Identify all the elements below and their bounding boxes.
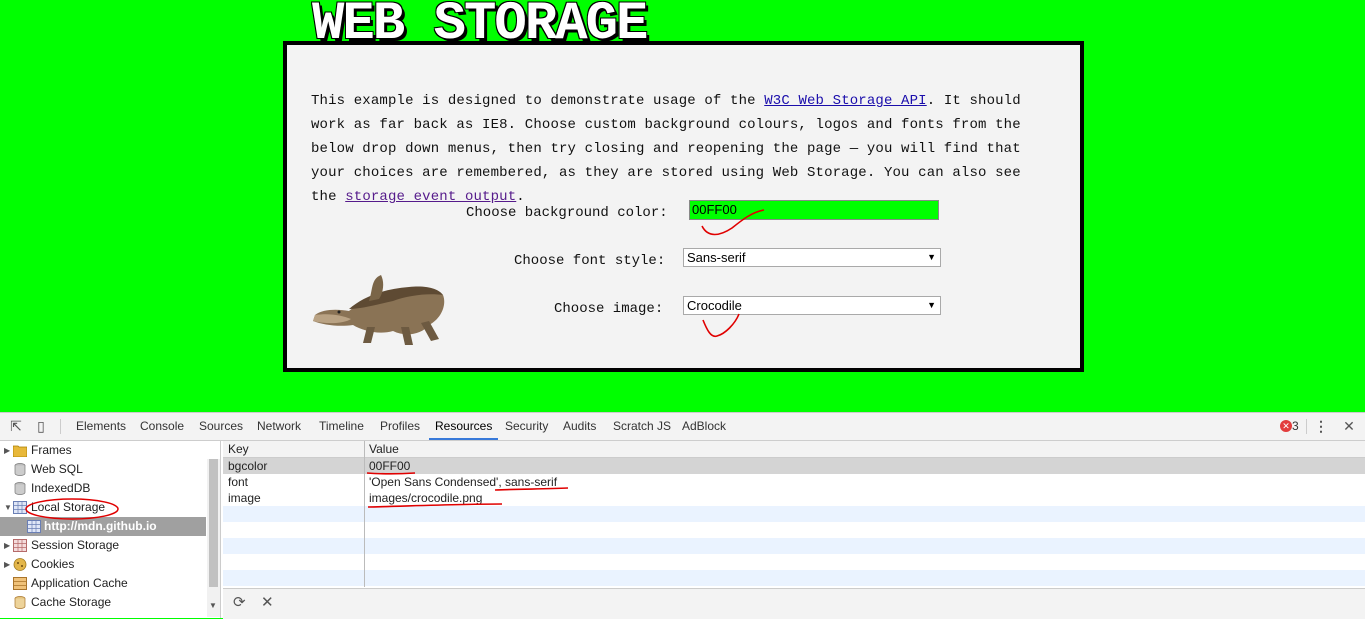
content-card: This example is designed to demonstrate …	[283, 41, 1084, 372]
image-label: Choose image:	[554, 301, 664, 317]
w3c-web-storage-link[interactable]: W3C Web Storage API	[764, 93, 926, 109]
table-row[interactable]: image images/crocodile.png	[223, 490, 1365, 506]
column-header-key[interactable]: Key	[228, 441, 249, 457]
font-style-select[interactable]: Sans-serif ▼	[683, 248, 941, 267]
font-style-label: Choose font style:	[514, 253, 666, 269]
sidebar-item-label: Frames	[31, 443, 72, 457]
image-select[interactable]: Crocodile ▼	[683, 296, 941, 315]
expand-arrow-icon[interactable]: ▶	[4, 441, 10, 460]
tab-network[interactable]: Network	[257, 413, 301, 440]
intro-paragraph: This example is designed to demonstrate …	[311, 89, 1047, 209]
tab-elements[interactable]: Elements	[76, 413, 126, 440]
expand-arrow-icon[interactable]: ▶	[4, 555, 10, 574]
tab-profiles[interactable]: Profiles	[380, 413, 420, 440]
table-row[interactable]: bgcolor 00FF00	[223, 458, 1365, 474]
database-icon	[14, 482, 26, 495]
sidebar-item-mdn-origin[interactable]: http://mdn.github.io	[0, 517, 206, 536]
device-mode-icon[interactable]: ▯	[33, 418, 49, 434]
folder-icon	[13, 445, 27, 457]
image-select-value: Crocodile	[687, 298, 742, 313]
dropdown-arrow-icon: ▼	[927, 252, 936, 262]
sidebar-scrollbar[interactable]	[207, 459, 220, 617]
sidebar-item-label: Cookies	[31, 557, 75, 571]
resources-sidebar: ▶ Frames Web SQL IndexedDB ▼ Local Stora…	[0, 441, 221, 618]
tab-scratch-js[interactable]: Scratch JS	[613, 413, 671, 440]
grid-footer: ⟳ ✕	[223, 588, 1365, 619]
tab-console[interactable]: Console	[140, 413, 184, 440]
tab-security[interactable]: Security	[505, 413, 548, 440]
sidebar-item-label: http://mdn.github.io	[44, 519, 157, 533]
row-key: bgcolor	[228, 459, 268, 473]
row-key: image	[228, 491, 261, 505]
dropdown-arrow-icon: ▼	[927, 300, 936, 310]
table-icon	[13, 501, 27, 514]
sidebar-item-label: Local Storage	[31, 500, 106, 514]
column-divider[interactable]	[364, 441, 365, 587]
grid-header: Key Value	[223, 441, 1365, 458]
collapse-arrow-icon[interactable]: ▼	[4, 498, 12, 517]
more-options-icon[interactable]: ⋮	[1313, 418, 1329, 434]
empty-row	[223, 506, 1365, 522]
grid-icon	[13, 577, 27, 590]
error-count[interactable]: 3	[1292, 413, 1299, 440]
row-value: images/crocodile.png	[369, 491, 483, 505]
empty-row	[223, 538, 1365, 554]
crocodile-image	[313, 275, 445, 345]
refresh-icon[interactable]: ⟳	[233, 595, 246, 611]
scrollbar-thumb[interactable]	[209, 459, 218, 587]
tab-adblock[interactable]: AdBlock	[682, 413, 726, 440]
tab-timeline[interactable]: Timeline	[319, 413, 364, 440]
table-row[interactable]: font 'Open Sans Condensed', sans-serif	[223, 474, 1365, 490]
sidebar-item-label: Application Cache	[31, 576, 128, 590]
font-style-value: Sans-serif	[687, 250, 746, 265]
scroll-down-icon[interactable]: ▼	[209, 601, 217, 610]
tab-sources[interactable]: Sources	[199, 413, 243, 440]
cookie-icon	[13, 558, 27, 571]
sidebar-item-label: IndexedDB	[31, 481, 91, 495]
database-icon	[14, 596, 26, 609]
sidebar-item-label: Cache Storage	[31, 595, 112, 609]
intro-text-start: This example is designed to demonstrate …	[311, 93, 765, 109]
empty-row	[223, 570, 1365, 586]
tab-resources[interactable]: Resources	[429, 413, 499, 440]
devtools-panel: ⇱ ▯ Elements Console Sources Network Tim…	[0, 412, 1365, 619]
column-header-value[interactable]: Value	[369, 441, 399, 457]
storage-data-grid: Key Value bgcolor 00FF00 font 'Open Sans…	[223, 441, 1365, 587]
table-icon	[13, 539, 27, 552]
inspect-element-icon[interactable]: ⇱	[8, 418, 24, 434]
empty-row	[223, 522, 1365, 538]
intro-text-end: .	[516, 189, 525, 205]
toolbar-divider	[60, 419, 61, 434]
toolbar-divider	[1306, 419, 1307, 434]
sidebar-item-label: Web SQL	[31, 462, 83, 476]
storage-event-output-link[interactable]: storage event output	[345, 189, 516, 205]
table-icon	[27, 520, 41, 533]
delete-icon[interactable]: ✕	[261, 595, 274, 611]
expand-arrow-icon[interactable]: ▶	[4, 536, 10, 555]
grid-body: bgcolor 00FF00 font 'Open Sans Condensed…	[223, 458, 1365, 587]
web-page: WEB STORAGE This example is designed to …	[0, 0, 1365, 412]
error-icon[interactable]: ✕	[1280, 420, 1292, 432]
empty-row	[223, 554, 1365, 570]
row-value: 'Open Sans Condensed', sans-serif	[369, 475, 558, 489]
database-icon	[14, 463, 26, 476]
bg-color-input[interactable]: 00FF00	[689, 200, 939, 220]
close-icon[interactable]: ✕	[1341, 418, 1357, 434]
tab-audits[interactable]: Audits	[563, 413, 596, 440]
bg-color-label: Choose background color:	[466, 205, 668, 221]
sidebar-item-label: Session Storage	[31, 538, 120, 552]
row-value: 00FF00	[369, 459, 411, 473]
row-key: font	[228, 475, 249, 489]
devtools-toolbar: ⇱ ▯ Elements Console Sources Network Tim…	[0, 413, 1365, 441]
